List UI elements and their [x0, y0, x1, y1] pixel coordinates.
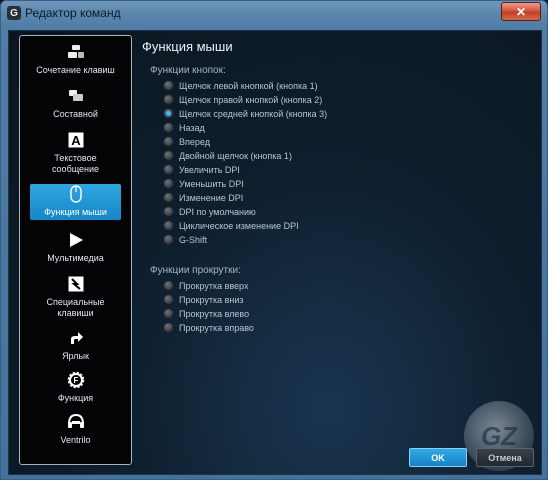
sidebar-item-function[interactable]: F Функция — [30, 370, 121, 406]
gear-function-icon: F — [66, 370, 86, 390]
radio-button[interactable] — [163, 322, 174, 333]
page-title: Функция мыши — [142, 39, 233, 54]
radio-label: Прокрутка вверх — [179, 280, 249, 291]
radio-label: Изменение DPI — [179, 192, 244, 203]
command-type-sidebar: Сочетание клавиш Составной A Текстовое с… — [19, 35, 132, 465]
radio-label: Щелчок левой кнопкой (кнопка 1) — [179, 80, 318, 91]
radio-option[interactable]: Щелчок средней кнопкой (кнопка 3) — [163, 107, 327, 120]
svg-text:A: A — [71, 133, 81, 148]
radio-option[interactable]: Увеличить DPI — [163, 163, 240, 176]
sidebar-item-label: Ярлык — [62, 351, 89, 361]
mouse-icon — [66, 184, 86, 204]
radio-label: G-Shift — [179, 234, 208, 245]
radio-option[interactable]: Прокрутка вправо — [163, 321, 254, 334]
radio-label: Назад — [179, 122, 205, 133]
sidebar-item-label: Текстовое сообщение — [51, 153, 100, 174]
multikey-icon — [66, 86, 86, 106]
scroll-functions-heading: Функции прокрутки: — [150, 265, 241, 276]
radio-option[interactable]: Вперед — [163, 135, 210, 148]
client-area: Сочетание клавиш Составной A Текстовое с… — [8, 30, 542, 475]
radio-button[interactable] — [163, 178, 174, 189]
radio-option[interactable]: Прокрутка вверх — [163, 279, 248, 292]
radio-button[interactable] — [163, 164, 174, 175]
sidebar-item-label: Ventrilo — [60, 435, 91, 445]
keyboard-shortcut-icon — [66, 42, 86, 62]
ok-button[interactable]: OK — [409, 448, 467, 467]
radio-button[interactable] — [163, 220, 174, 231]
radio-label: Циклическое изменение DPI — [179, 220, 299, 231]
sidebar-item-shortcut[interactable]: Ярлык — [30, 328, 121, 364]
radio-option[interactable]: Изменение DPI — [163, 191, 243, 204]
cancel-button[interactable]: Отмена — [476, 448, 534, 467]
radio-option[interactable]: Щелчок левой кнопкой (кнопка 1) — [163, 79, 318, 92]
text-block-icon: A — [66, 130, 86, 150]
sidebar-item-ventrilo[interactable]: Ventrilo — [30, 412, 121, 448]
command-editor-window: G Редактор команд ✕ Сочетание клавиш Сос… — [0, 0, 548, 480]
sidebar-item-media[interactable]: Мультимедиа — [30, 230, 121, 266]
sidebar-item-mouse-function[interactable]: Функция мыши — [30, 184, 121, 220]
radio-button[interactable] — [163, 192, 174, 203]
radio-label: Щелчок средней кнопкой (кнопка 3) — [179, 108, 328, 119]
sidebar-item-label: Специальные клавиши — [46, 297, 105, 318]
shortcut-arrow-icon — [66, 328, 86, 348]
radio-option[interactable]: Прокрутка влево — [163, 307, 249, 320]
radio-label: Прокрутка влево — [179, 308, 250, 319]
sidebar-item-label: Функция мыши — [44, 207, 107, 217]
radio-button[interactable] — [163, 122, 174, 133]
radio-option[interactable]: Уменьшить DPI — [163, 177, 244, 190]
radio-label: Уменьшить DPI — [179, 178, 244, 189]
radio-button[interactable] — [163, 94, 174, 105]
radio-button[interactable] — [163, 80, 174, 91]
sidebar-item-label: Функция — [57, 393, 94, 403]
window-title: Редактор команд — [25, 6, 121, 20]
special-keys-icon — [66, 274, 86, 294]
radio-label: Щелчок правой кнопкой (кнопка 2) — [179, 94, 323, 105]
radio-button[interactable] — [163, 308, 174, 319]
sidebar-item-label: Сочетание клавиш — [36, 65, 115, 75]
svg-text:F: F — [73, 376, 78, 385]
radio-button[interactable] — [163, 280, 174, 291]
close-button[interactable]: ✕ — [501, 2, 541, 21]
sidebar-item-keystroke[interactable]: Сочетание клавиш — [30, 42, 121, 78]
sidebar-item-label: Мультимедиа — [47, 253, 104, 263]
ventrilo-headset-icon — [66, 412, 86, 432]
radio-label: Прокрутка вниз — [179, 294, 244, 305]
radio-label: Увеличить DPI — [179, 164, 240, 175]
radio-button[interactable] — [163, 234, 174, 245]
radio-option[interactable]: Двойной щелчок (кнопка 1) — [163, 149, 292, 162]
radio-option[interactable]: G-Shift — [163, 233, 207, 246]
radio-label: Вперед — [179, 136, 210, 147]
sidebar-item-text-block[interactable]: A Текстовое сообщение — [30, 130, 121, 176]
radio-option[interactable]: Циклическое изменение DPI — [163, 219, 299, 232]
play-icon — [66, 230, 86, 250]
radio-label: DPI по умолчанию — [179, 206, 256, 217]
radio-option[interactable]: Щелчок правой кнопкой (кнопка 2) — [163, 93, 322, 106]
title-bar[interactable]: G Редактор команд ✕ — [1, 1, 547, 25]
radio-button[interactable] — [163, 150, 174, 161]
sidebar-item-multikey[interactable]: Составной — [30, 86, 121, 122]
logitech-g-icon: G — [7, 6, 21, 20]
sidebar-item-label: Составной — [53, 109, 98, 119]
button-functions-heading: Функции кнопок: — [150, 65, 226, 76]
radio-button-selected[interactable] — [163, 108, 174, 119]
radio-option[interactable]: DPI по умолчанию — [163, 205, 256, 218]
radio-label: Прокрутка вправо — [179, 322, 254, 333]
radio-option[interactable]: Назад — [163, 121, 205, 134]
sidebar-item-hotkeys[interactable]: Специальные клавиши — [30, 274, 121, 320]
radio-label: Двойной щелчок (кнопка 1) — [179, 150, 292, 161]
radio-button[interactable] — [163, 206, 174, 217]
radio-button[interactable] — [163, 136, 174, 147]
radio-option[interactable]: Прокрутка вниз — [163, 293, 244, 306]
radio-button[interactable] — [163, 294, 174, 305]
